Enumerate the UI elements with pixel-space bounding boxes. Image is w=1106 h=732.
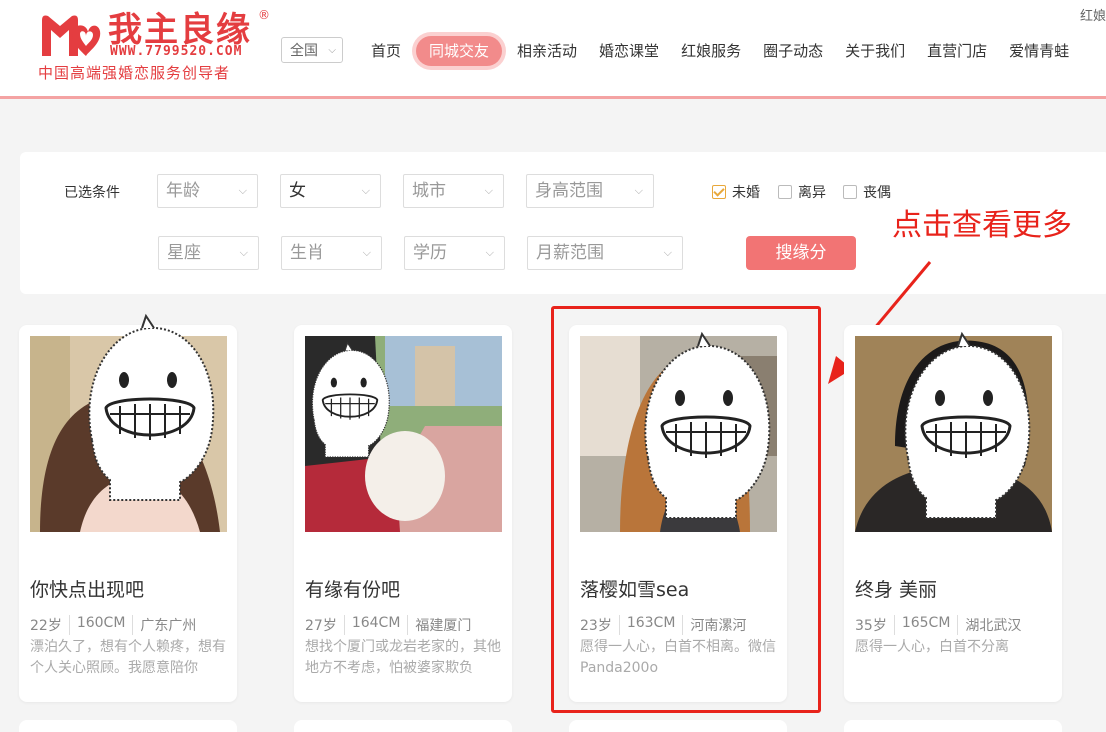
profile-photo[interactable] xyxy=(30,336,227,532)
profile-meta: 22岁 160CM 广东广州 xyxy=(30,615,203,635)
profile-bio: 愿得一人心，白首不分离 xyxy=(855,639,1009,655)
education-select[interactable]: 学历 ⌵ xyxy=(404,236,505,270)
logo-registered: ® xyxy=(258,8,270,22)
unmarried-checkbox[interactable]: 未婚 xyxy=(712,182,760,202)
profile-meta: 35岁 165CM 湖北武汉 xyxy=(855,615,1028,635)
profile-name[interactable]: 终身 美丽 xyxy=(855,575,937,602)
region-select[interactable]: 全国 ⌵ xyxy=(281,37,343,63)
divorced-label: 离异 xyxy=(798,185,826,201)
site-logo[interactable]: 我主良缘 ® WWW.7799520.COM 中国高端强婚恋服务创导者 xyxy=(38,8,273,82)
city-select-value: 城市 xyxy=(412,181,446,201)
gender-select-value: 女 xyxy=(289,181,306,201)
nav-circle-feed[interactable]: 圈子动态 xyxy=(752,36,834,66)
profile-meta: 27岁 164CM 福建厦门 xyxy=(305,615,478,635)
profile-name[interactable]: 有缘有份吧 xyxy=(305,575,400,602)
filter-label: 已选条件 xyxy=(64,185,120,201)
next-card-edge xyxy=(19,720,237,732)
checkbox-icon xyxy=(778,185,792,199)
chevron-down-icon: ⌵ xyxy=(238,184,247,197)
profile-bio: 想找个厦门或龙岩老家的，其他地方不考虑，怕被婆家欺负 xyxy=(305,639,501,676)
divorced-checkbox[interactable]: 离异 xyxy=(778,182,826,202)
profile-photo[interactable] xyxy=(855,336,1052,532)
main-nav: 首页 同城交友 相亲活动 婚恋课堂 红娘服务 圈子动态 关于我们 直营门店 爱情… xyxy=(360,36,1080,66)
nav-love-frog[interactable]: 爱情青蛙 xyxy=(998,36,1080,66)
education-select-value: 学历 xyxy=(413,243,447,263)
next-card-edge xyxy=(569,720,787,732)
checkbox-checked-icon xyxy=(712,185,726,199)
profile-card[interactable]: 有缘有份吧 27岁 164CM 福建厦门 想找个厦门或龙岩老家的，其他地方不考虑… xyxy=(294,325,512,702)
chevron-down-icon: ⌵ xyxy=(239,246,248,259)
annotation-text: 点击查看更多 xyxy=(892,208,1072,243)
profile-city: 福建厦门 xyxy=(407,615,478,635)
nav-classroom[interactable]: 婚恋课堂 xyxy=(588,36,670,66)
profile-height: 160CM xyxy=(68,615,133,635)
checkbox-icon xyxy=(843,185,857,199)
widowed-label: 丧偶 xyxy=(863,185,891,201)
age-select-value: 年龄 xyxy=(166,181,200,201)
profile-height: 164CM xyxy=(343,615,408,635)
chevron-down-icon: ⌵ xyxy=(361,184,370,197)
chinese-zodiac-select[interactable]: 生肖 ⌵ xyxy=(281,236,382,270)
chevron-down-icon: ⌵ xyxy=(485,246,494,259)
logo-url: WWW.7799520.COM xyxy=(110,44,243,59)
nav-events[interactable]: 相亲活动 xyxy=(506,36,588,66)
profile-photo[interactable] xyxy=(305,336,502,532)
next-card-edge xyxy=(294,720,512,732)
profile-height: 165CM xyxy=(893,615,958,635)
search-button[interactable]: 搜缘分 xyxy=(746,236,856,270)
nav-local-dating[interactable]: 同城交友 xyxy=(416,36,503,66)
profile-card[interactable]: 终身 美丽 35岁 165CM 湖北武汉 愿得一人心，白首不分离 xyxy=(844,325,1062,702)
zodiac-select-value: 星座 xyxy=(167,243,201,263)
chevron-down-icon: ⌵ xyxy=(663,246,672,259)
city-select[interactable]: 城市 ⌵ xyxy=(403,174,504,208)
logo-slogan: 中国高端强婚恋服务创导者 xyxy=(38,64,231,82)
nav-matchmaker-service[interactable]: 红娘服务 xyxy=(670,36,752,66)
profile-city: 湖北武汉 xyxy=(957,615,1028,635)
region-value: 全国 xyxy=(290,43,318,59)
chevron-down-icon: ⌵ xyxy=(484,184,493,197)
gender-select[interactable]: 女 ⌵ xyxy=(280,174,381,208)
next-card-edge xyxy=(844,720,1062,732)
matchmaker-link[interactable]: 红娘 xyxy=(1080,5,1106,24)
chevron-down-icon: ⌵ xyxy=(634,184,643,197)
nav-about[interactable]: 关于我们 xyxy=(834,36,916,66)
height-range-value: 身高范围 xyxy=(535,181,603,201)
profile-card[interactable]: 你快点出现吧 22岁 160CM 广东广州 漂泊久了，想有个人赖疼，想有个人关心… xyxy=(19,325,237,702)
profile-age: 27岁 xyxy=(305,618,337,634)
nav-home[interactable]: 首页 xyxy=(360,36,412,66)
profile-age: 35岁 xyxy=(855,618,887,634)
site-header: 红娘 我主良缘 ® WWW.7799520.COM 中国高端强婚恋服务创导者 全… xyxy=(0,0,1106,99)
profile-bio: 漂泊久了，想有个人赖疼，想有个人关心照顾。我愿意陪你 xyxy=(30,639,226,676)
salary-range-value: 月薪范围 xyxy=(536,243,604,263)
chevron-down-icon: ⌵ xyxy=(328,45,336,56)
nav-stores[interactable]: 直营门店 xyxy=(916,36,998,66)
profile-name[interactable]: 你快点出现吧 xyxy=(30,575,144,602)
unmarried-label: 未婚 xyxy=(732,185,760,201)
salary-range-select[interactable]: 月薪范围 ⌵ xyxy=(527,236,683,270)
widowed-checkbox[interactable]: 丧偶 xyxy=(843,182,891,202)
chevron-down-icon: ⌵ xyxy=(362,246,371,259)
logo-heart-icon xyxy=(42,15,101,56)
highlight-box xyxy=(551,306,821,713)
profile-city: 广东广州 xyxy=(132,615,203,635)
chinese-zodiac-value: 生肖 xyxy=(290,243,324,263)
age-select[interactable]: 年龄 ⌵ xyxy=(157,174,258,208)
profile-age: 22岁 xyxy=(30,618,62,634)
zodiac-select[interactable]: 星座 ⌵ xyxy=(158,236,259,270)
height-range-select[interactable]: 身高范围 ⌵ xyxy=(526,174,654,208)
